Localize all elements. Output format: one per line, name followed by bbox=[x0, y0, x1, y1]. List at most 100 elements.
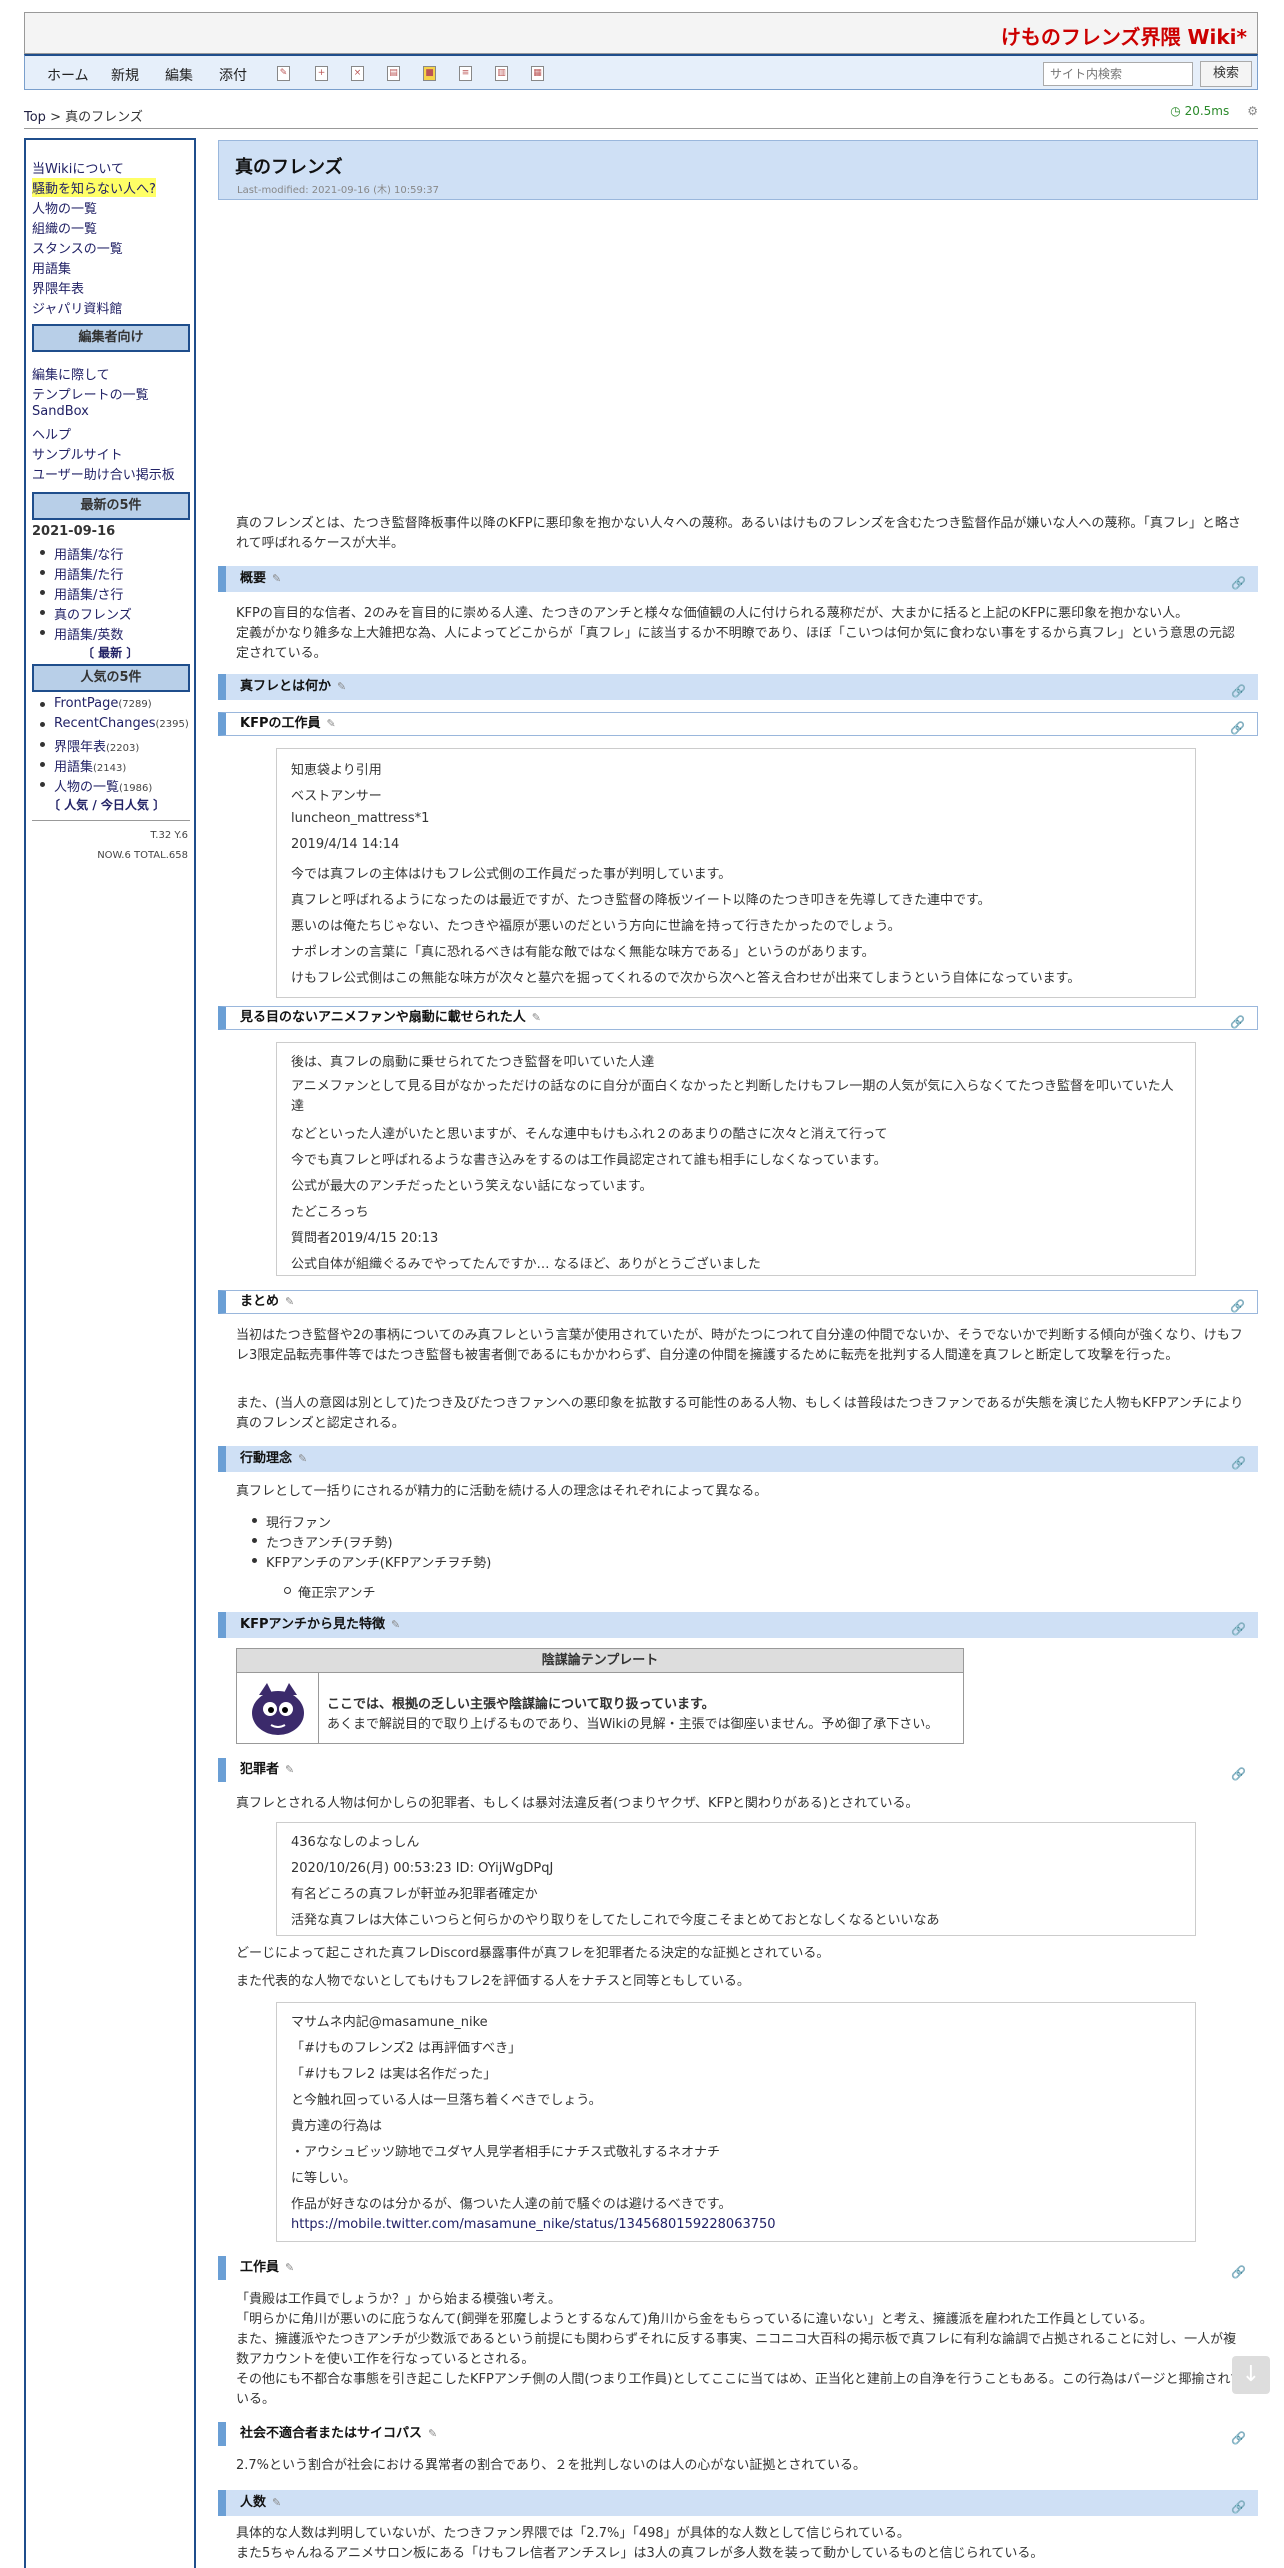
sidebar-link[interactable]: 当Wikiについて bbox=[32, 158, 124, 177]
sidebar-latest-more[interactable]: 〔 最新 〕 bbox=[82, 644, 138, 661]
quote-line: 質問者2019/4/15 20:13 bbox=[291, 1231, 439, 1246]
section-traits[interactable]: KFPアンチから見た特徴 ✎ 🔗 bbox=[218, 1612, 1258, 1638]
section-action[interactable]: 行動理念 ✎ 🔗 bbox=[218, 1446, 1258, 1472]
section-overview[interactable]: 概要 ✎ 🔗 bbox=[218, 566, 1258, 592]
backup-icon[interactable]: ▥ bbox=[495, 66, 508, 81]
sidebar-link[interactable]: ジャパリ資料館 bbox=[32, 298, 122, 317]
page-title: 真のフレンズ bbox=[235, 157, 343, 178]
last-modified: Last-modified: 2021-09-16 (木) 10:59:37 bbox=[237, 185, 439, 196]
sidebar-link[interactable]: スタンスの一覧 bbox=[32, 238, 123, 257]
sidebar-popular-item[interactable]: 用語集(2143) bbox=[39, 756, 126, 775]
anchor-link-icon: 🔗 bbox=[1231, 2431, 1246, 2445]
sidebar-popular-more[interactable]: 〔 人気 / 今日人気 〕 bbox=[48, 796, 165, 813]
summary-text-2: また、(当人の意図は別として)たつき及びたつきファンへの悪印象を拡散する可能性の… bbox=[236, 1396, 1244, 1431]
sidebar-link[interactable]: 人物の一覧 bbox=[32, 198, 97, 217]
quote-answer: 後は、真フレの扇動に乗せられてたつき監督を叩いていた人達 アニメファンとして見る… bbox=[276, 1042, 1196, 1276]
search-input[interactable] bbox=[1043, 62, 1193, 86]
site-header: けものフレンズ界隈 Wiki* bbox=[24, 12, 1258, 54]
sidebar-popular-item[interactable]: FrontPage(7289) bbox=[40, 696, 152, 711]
sidebar-link[interactable]: 界隈年表 bbox=[32, 278, 84, 297]
sidebar-link[interactable]: テンプレートの一覧 bbox=[32, 384, 149, 403]
template-heading: 陰謀論テンプレート bbox=[237, 1649, 963, 1673]
section-social[interactable]: 社会不適合者またはサイコパス ✎ 🔗 bbox=[218, 2422, 1258, 2446]
quote-line: 知恵袋より引用 bbox=[291, 763, 382, 778]
quote-line: 作品が好きなのは分かるが、傷ついた人達の前で騒ぐのは避けるべきです。 bbox=[291, 2197, 732, 2212]
breadcrumb-separator: > bbox=[45, 110, 66, 125]
edit-icon[interactable]: ✎ bbox=[277, 66, 290, 81]
quote-line: たどころっち bbox=[291, 1205, 369, 1220]
sidebar-link[interactable]: 騒動を知らない人へ? bbox=[32, 178, 156, 197]
section-summary[interactable]: まとめ ✎ 🔗 bbox=[218, 1290, 1258, 1314]
sidebar-latest-item[interactable]: 用語集/さ行 bbox=[39, 584, 123, 603]
nav-attach[interactable]: 添付 bbox=[219, 65, 247, 85]
section-kfp-agent[interactable]: KFPの工作員 ✎ 🔗 bbox=[218, 712, 1258, 736]
sidebar-latest-item[interactable]: 用語集/な行 bbox=[39, 544, 123, 563]
overview-text-2: 定義がかなり雑多な上大雑把な為、人によってどこからが「真フレ」に該当するか不明瞭… bbox=[236, 626, 1235, 661]
section-blind-fans[interactable]: 見る目のないアニメファンや扇動に載せられた人 ✎ 🔗 bbox=[218, 1006, 1258, 1030]
quote-line: ベストアンサー bbox=[291, 789, 382, 804]
section-agent[interactable]: 工作員 ✎ 🔗 bbox=[218, 2256, 1258, 2280]
quote-line: 今では真フレの主体はけもフレ公式側の工作員だった事が判明しています。 bbox=[291, 867, 732, 882]
edit-pencil-icon: ✎ bbox=[285, 1295, 295, 1308]
nav-home[interactable]: ホーム bbox=[47, 65, 89, 85]
sidebar-latest-date: 2021-09-16 bbox=[32, 524, 116, 539]
sidebar-popular-item[interactable]: 界隈年表(2203) bbox=[39, 736, 139, 755]
sidebar-latest-heading: 最新の5件 bbox=[32, 492, 190, 520]
nav-new[interactable]: 新規 bbox=[111, 65, 139, 85]
edit-pencil-icon: ✎ bbox=[531, 1011, 541, 1024]
copy-icon[interactable]: ▤ bbox=[387, 66, 400, 81]
scroll-down-button[interactable]: ↓ bbox=[1232, 2356, 1270, 2394]
divider bbox=[24, 128, 1258, 129]
sidebar-latest-item[interactable]: 真のフレンズ bbox=[40, 604, 132, 623]
summary-text-1: 当初はたつき監督や2の事柄についてのみ真フレという言葉が使用されていたが、時がた… bbox=[236, 1328, 1243, 1363]
sidebar-latest-item[interactable]: 用語集/た行 bbox=[39, 564, 123, 583]
attach-icon[interactable]: ▦ bbox=[531, 66, 544, 81]
delete-icon[interactable]: × bbox=[351, 66, 364, 81]
section-criminal[interactable]: 犯罪者 ✎ 🔗 bbox=[218, 1758, 1258, 1782]
action-sub-item[interactable]: 俺正宗アンチ bbox=[283, 1582, 375, 1601]
count-text: 具体的な人数は判明していないが、たつきファン界隈では「2.7%」「498」が具体… bbox=[236, 2526, 910, 2541]
anchor-link-icon: 🔗 bbox=[1230, 721, 1245, 735]
conspiracy-template: 陰謀論テンプレート ここでは、根拠の乏しい主張や陰謀論について取り扱っています。… bbox=[236, 1648, 964, 1744]
search-button[interactable]: 検索 bbox=[1200, 61, 1252, 87]
breadcrumb-current: 真のフレンズ bbox=[65, 110, 143, 125]
count-text: また5ちゃんねるアニメサロン板にある「けもフレ信者アンチスレ」は3人の真フレが多… bbox=[236, 2546, 1044, 2561]
intro-text: 真のフレンズとは、たつき監督降板事件以降のKFPに悪印象を抱かない人々への蔑称。… bbox=[236, 516, 1241, 551]
sidebar-popular-item[interactable]: RecentChanges(2395) bbox=[40, 716, 189, 731]
sidebar-popular-item[interactable]: 人物の一覧(1986) bbox=[39, 776, 152, 795]
agent-text: 「明らかに角川が悪いのに庇うなんて(飼弾を邪魔しようとするなんて)角川から金をも… bbox=[236, 2312, 1153, 2327]
lock-icon[interactable]: ■ bbox=[423, 66, 436, 81]
breadcrumb-top[interactable]: Top bbox=[24, 110, 46, 125]
quote-chiebukuro: 知恵袋より引用 ベストアンサー luncheon_mattress*1 2019… bbox=[276, 748, 1196, 998]
section-what[interactable]: 真フレとは何か ✎ 🔗 bbox=[218, 674, 1258, 700]
sidebar-link[interactable]: 組織の一覧 bbox=[32, 218, 97, 237]
sidebar-latest-item[interactable]: 用語集/英数 bbox=[39, 624, 123, 643]
sidebar-link[interactable]: ユーザー助け合い掲示板 bbox=[32, 464, 175, 483]
section-count[interactable]: 人数 ✎ 🔗 bbox=[218, 2490, 1258, 2516]
sidebar-link[interactable]: 用語集 bbox=[32, 258, 71, 277]
quote-line: 今でも真フレと呼ばれるような書き込みをするのは工作員認定されて誰も相手にしなくな… bbox=[291, 1153, 887, 1168]
criminal-text-3: また代表的な人物でないとしてもけもフレ2を評価する人をナチスと同等ともしている。 bbox=[236, 1974, 750, 1989]
quote-line: 2019/4/14 14:14 bbox=[291, 837, 400, 852]
diff-icon[interactable]: ≡ bbox=[459, 66, 472, 81]
edit-pencil-icon: ✎ bbox=[285, 1763, 295, 1776]
agent-text: また、擁護派やたつきアンチが少数派であるという前提にも関わらずそれに反する事実、… bbox=[236, 2332, 1237, 2367]
edit-pencil-icon: ✎ bbox=[337, 680, 347, 693]
settings-icon[interactable]: ⚙ bbox=[1247, 104, 1258, 118]
quote-line: 「#けもフレ2 は実は名作だった」 bbox=[291, 2067, 497, 2082]
new-page-icon[interactable]: + bbox=[315, 66, 328, 81]
sidebar-link[interactable]: 編集に際して bbox=[32, 364, 110, 383]
criminal-text-2: どーじによって起こされた真フレDiscord暴露事件が真フレを犯罪者たる決定的な… bbox=[236, 1946, 830, 1961]
quote-line: 公式自体が組織ぐるみでやってたんですか… なるほど、ありがとうございました bbox=[291, 1257, 761, 1272]
template-line-2: あくまで解説目的で取り上げるものであり、当Wikiの見解・主張では御座いません。… bbox=[327, 1717, 939, 1732]
anchor-link-icon: 🔗 bbox=[1230, 1015, 1245, 1029]
site-title[interactable]: けものフレンズ界隈 Wiki* bbox=[1001, 21, 1247, 50]
tweet-link[interactable]: https://mobile.twitter.com/masamune_nike… bbox=[291, 2217, 776, 2232]
action-item: たつきアンチ(ヲチ勢) bbox=[252, 1532, 393, 1551]
quote-line: 2020/10/26(月) 00:53:23 ID: OYijWgDPqJ bbox=[291, 1861, 554, 1876]
sidebar-link[interactable]: ヘルプ bbox=[32, 424, 71, 443]
nav-edit[interactable]: 編集 bbox=[165, 65, 193, 85]
sidebar-link[interactable]: SandBox bbox=[32, 404, 89, 419]
quote-line: 「#けものフレンズ2 は再評価すべき」 bbox=[291, 2041, 522, 2056]
sidebar-link[interactable]: サンプルサイト bbox=[32, 444, 123, 463]
